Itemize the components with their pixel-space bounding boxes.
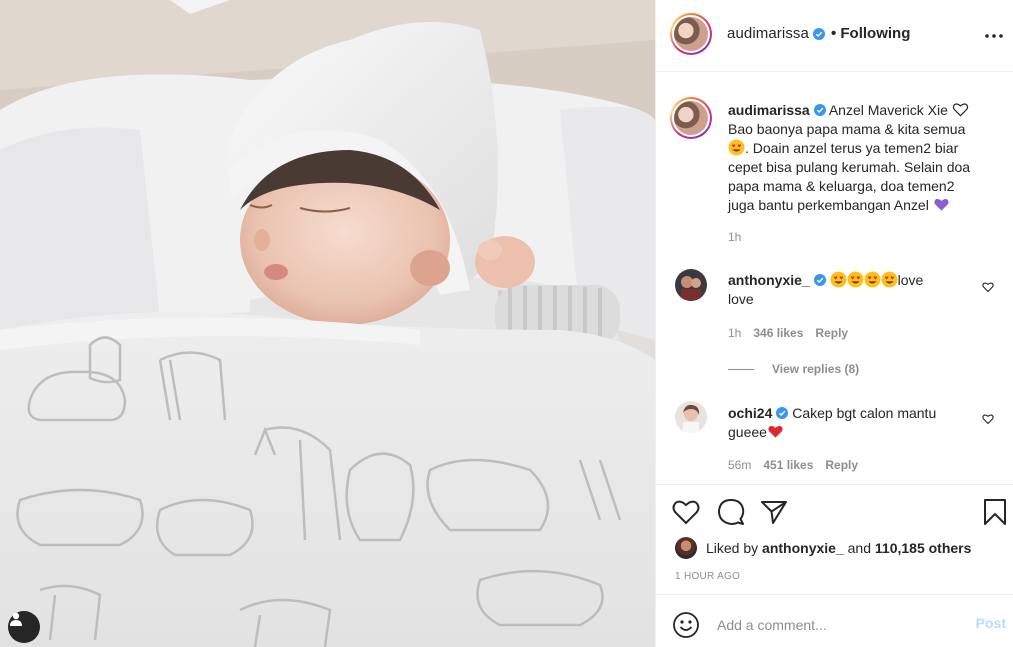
caption-line: juga bantu perkembangan Anzel xyxy=(728,197,929,213)
post-header: audimarissa • Following xyxy=(656,0,1013,72)
heart-eyes-emoji-icon xyxy=(830,271,847,288)
caption-username[interactable]: audimarissa xyxy=(728,102,810,118)
liked-by-prefix: Liked by xyxy=(706,540,759,556)
red-heart-emoji-icon xyxy=(768,426,783,438)
verified-badge-icon xyxy=(813,274,826,286)
commenter-avatar[interactable] xyxy=(675,401,707,433)
share-icon xyxy=(761,501,787,524)
comment-button[interactable] xyxy=(716,497,746,527)
post-timestamp[interactable]: 1 HOUR AGO xyxy=(675,571,740,582)
commenter-username[interactable]: anthonyxie_ xyxy=(728,272,810,288)
comment-meta: 1h 346 likes Reply xyxy=(728,326,848,340)
comment-time[interactable]: 1h xyxy=(728,326,741,340)
comments-list[interactable]: audimarissa Anzel Maverick Xie Bao baony… xyxy=(656,73,1013,484)
verified-badge-icon xyxy=(776,407,789,419)
more-options-button[interactable] xyxy=(982,24,1006,48)
purple-heart-emoji-icon xyxy=(934,199,949,211)
post-detail-panel: audimarissa • Following audimarissa Anze… xyxy=(655,0,1013,647)
comment-text-line2: gueee xyxy=(728,424,767,440)
author-username[interactable]: audimarissa xyxy=(727,25,809,42)
verified-badge-icon xyxy=(813,104,826,116)
caption-line: papa mama & keluarga, doa temen2 xyxy=(728,178,955,194)
commenter-username[interactable]: ochi24 xyxy=(728,405,772,421)
comment-text: love xyxy=(897,272,924,288)
comment-likes[interactable]: 451 likes xyxy=(763,458,813,472)
user-tag-icon xyxy=(10,612,22,626)
author-avatar[interactable] xyxy=(670,13,712,55)
comment-icon xyxy=(718,499,745,525)
view-replies-divider xyxy=(728,368,754,370)
add-comment-bar: Post xyxy=(656,594,1013,647)
more-icon xyxy=(985,34,1003,38)
comment-meta: 56m 451 likes Reply xyxy=(728,458,858,472)
heart-eyes-emoji-icon xyxy=(728,139,745,156)
liked-by-row: Liked by anthonyxie_ and 110,185 others xyxy=(675,537,971,559)
heart-icon xyxy=(672,500,700,525)
heart-eyes-emoji-icon xyxy=(864,271,881,288)
post-actions: Liked by anthonyxie_ and 110,185 others … xyxy=(656,484,1013,594)
view-replies-button[interactable]: View replies (8) xyxy=(728,362,859,376)
liked-by-others[interactable]: 110,185 others xyxy=(875,540,972,556)
post-photo[interactable] xyxy=(0,0,655,647)
share-button[interactable] xyxy=(759,497,789,527)
reply-button[interactable]: Reply xyxy=(815,326,848,340)
comment-like-heart-icon[interactable] xyxy=(982,281,994,293)
smile-icon[interactable] xyxy=(672,611,700,639)
follow-status[interactable]: • Following xyxy=(831,25,910,42)
reply-button[interactable]: Reply xyxy=(825,458,858,472)
caption-first-line: Anzel Maverick Xie xyxy=(828,102,948,118)
caption-line: cepet bisa pulang kerumah. Selain doa xyxy=(728,159,971,175)
post-comment-button[interactable]: Post xyxy=(976,615,1006,631)
comment-time[interactable]: 56m xyxy=(728,458,751,472)
caption-avatar[interactable] xyxy=(670,97,712,139)
liked-by-and: and xyxy=(847,540,871,556)
save-button[interactable] xyxy=(980,497,1010,527)
heart-eyes-emoji-icon xyxy=(847,271,864,288)
comment-likes[interactable]: 346 likes xyxy=(753,326,803,340)
baby-photo-illustration xyxy=(0,0,655,647)
bookmark-icon xyxy=(984,499,1006,525)
comment-emojis xyxy=(830,271,898,288)
add-comment-input[interactable] xyxy=(717,613,957,637)
commenter-avatar[interactable] xyxy=(675,269,707,301)
caption-line: Bao baonya papa mama & kita semua xyxy=(728,121,966,137)
white-heart-emoji-icon xyxy=(952,103,968,117)
verified-badge-icon xyxy=(812,27,825,40)
view-replies-label: View replies (8) xyxy=(772,362,860,376)
heart-eyes-emoji-icon xyxy=(881,271,898,288)
user-tag-button[interactable] xyxy=(8,611,40,643)
liked-by-user[interactable]: anthonyxie_ xyxy=(762,540,844,556)
liked-by-avatar[interactable] xyxy=(675,537,697,559)
caption-line: . Doain anzel terus ya temen2 biar xyxy=(745,140,959,156)
caption-timestamp[interactable]: 1h xyxy=(728,230,741,244)
comment-text-line2: love xyxy=(728,291,754,307)
like-button[interactable] xyxy=(671,497,701,527)
comment-like-heart-icon[interactable] xyxy=(982,413,994,425)
comment-text: Cakep bgt calon mantu xyxy=(792,405,937,421)
